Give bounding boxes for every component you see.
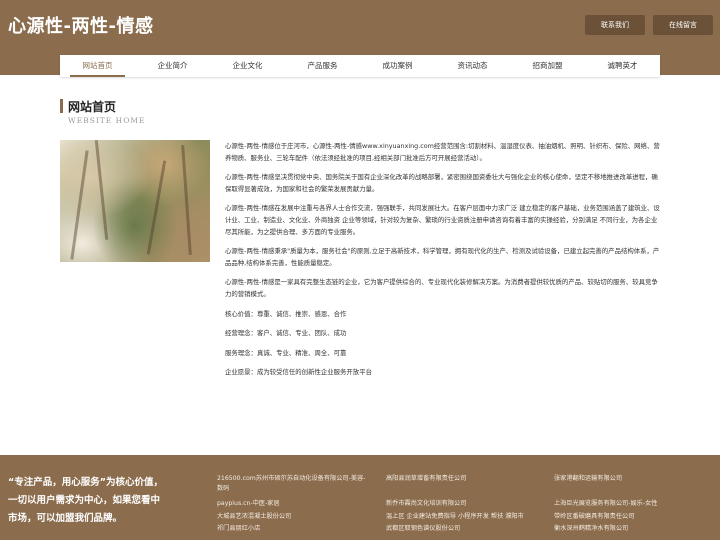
nav-item-cases[interactable]: 成功案例 <box>360 55 435 77</box>
photo-detail <box>70 150 89 260</box>
nav-item-news[interactable]: 资讯动态 <box>435 55 510 77</box>
footer-link[interactable]: 祁门县朋红小店 <box>217 524 367 534</box>
intro-paragraph: 心源性-两性-情感在发展中注重与各界人士合作交流，强强联手，共同发展壮大。在客户… <box>225 204 660 236</box>
footer-link[interactable]: 216500.com苏州市硕尔苏自动化设备有限公司-美容-数码 <box>217 474 367 494</box>
photo-detail <box>146 160 167 255</box>
message-button[interactable]: 在线留言 <box>653 15 713 35</box>
nav-item-about[interactable]: 企业简介 <box>135 55 210 77</box>
nav-item-products[interactable]: 产品服务 <box>285 55 360 77</box>
photo-detail <box>94 140 109 240</box>
nav-item-home[interactable]: 网站首页 <box>60 55 135 77</box>
footer-link[interactable]: 张家港翻和运输有限公司 <box>554 474 714 484</box>
service-philosophy: 服务理念：真诚、专业、精准、周全、可靠 <box>225 348 347 357</box>
footer-link[interactable]: 新乔市霞尚文化培训有限公司 <box>386 499 546 509</box>
site-title[interactable]: 心源性-两性-情感 <box>8 12 153 38</box>
footer-link[interactable]: 武都区取钢色谱仪股份公司 <box>386 524 546 534</box>
section-subtitle: WEBSITE HOME <box>68 116 146 125</box>
intro-paragraph: 心源性-两性-情感是一家具有完整生态链的企业，它为客户提供综合的、专业现代化装修… <box>225 278 658 298</box>
company-photo <box>60 140 210 262</box>
contact-button[interactable]: 联系我们 <box>585 15 645 35</box>
section-title: 网站首页 <box>68 100 117 114</box>
footer-link[interactable]: 上海巨光展览服务有限公司-娱乐-女性 <box>554 499 714 509</box>
intro-paragraph: 心源性-两性-情感位于庄河市，心源性-两性-情感www.xinyuanxing.… <box>225 142 660 162</box>
photo-detail <box>181 145 192 255</box>
core-values: 核心价值：尊重、诚信、推崇、感恩、合作 <box>225 309 347 318</box>
business-philosophy: 经营理念：客户、诚信、专业、团队、成功 <box>225 329 347 338</box>
nav-item-culture[interactable]: 企业文化 <box>210 55 285 77</box>
footer-link[interactable]: 大城县艺浓混凝土股份公司 <box>217 512 367 522</box>
section-marker <box>60 99 63 113</box>
footer-slogan: “专注产品，用心服务”为核心价值，一切以用户需求为中心，如果您看中市场，可以加盟… <box>8 477 163 524</box>
footer-link[interactable]: 带岭区番破磨具有限责任公司 <box>554 512 714 522</box>
footer-link[interactable]: 温上区 企业建站免费指导 小程序开发 帮扶 濮阳市 <box>386 512 546 522</box>
footer-link[interactable]: 衡水深州鹤精净水有限公司 <box>554 524 714 534</box>
main-nav: 网站首页 企业简介 企业文化 产品服务 成功案例 资讯动态 招商加盟 诚聘英才 <box>60 55 660 77</box>
intro-text: 心源性-两性-情感位于庄河市，心源性-两性-情感www.xinyuanxing.… <box>225 141 660 387</box>
intro-paragraph: 心源性-两性-情感秉承"质量为本，服务社会"的原则,立足于高新技术，科学管理，拥… <box>225 247 660 267</box>
intro-paragraph: 心源性-两性-情感坚决贯彻党中央、国务院关于国有企业深化改革的战略部署，紧密围绕… <box>225 173 658 193</box>
vision: 企业愿景：成为较受信任的创新性企业服务开放平台 <box>225 368 372 377</box>
footer: “专注产品，用心服务”为核心价值，一切以用户需求为中心，如果您看中市场，可以加盟… <box>0 455 720 540</box>
nav-item-franchise[interactable]: 招商加盟 <box>510 55 585 77</box>
footer-link[interactable]: paypius.cn-中医-家居 <box>217 499 367 509</box>
footer-link[interactable]: 高阳县润草增畜有限责任公司 <box>386 474 546 484</box>
nav-item-careers[interactable]: 诚聘英才 <box>585 55 660 77</box>
